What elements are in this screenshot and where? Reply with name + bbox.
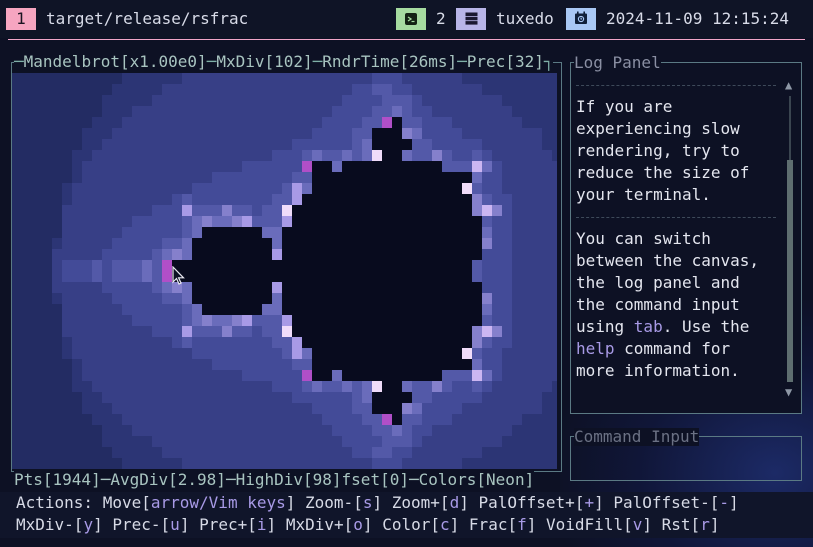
terminal-icon bbox=[396, 8, 426, 30]
clock: 2024-11-09 12:15:24 bbox=[606, 9, 790, 28]
actions-bar: Actions: Move[arrow/Vim keys] Zoom-[s] Z… bbox=[0, 492, 813, 538]
action-move-hint: Move[arrow/Vim keys] bbox=[102, 493, 296, 512]
action-zoom-hint: Zoom-[s] bbox=[305, 493, 383, 512]
precision: Prec[32] bbox=[466, 52, 544, 71]
divider bbox=[8, 39, 805, 40]
hostname: tuxedo bbox=[496, 9, 554, 28]
log-separator bbox=[576, 85, 776, 86]
action-prec-hint: Prec-[u] bbox=[112, 515, 190, 534]
actions-line-1: Actions: Move[arrow/Vim keys] Zoom-[s] Z… bbox=[16, 493, 739, 512]
mouse-cursor-icon bbox=[172, 266, 185, 285]
action-paloffset-hint: PalOffset+[+] bbox=[478, 493, 604, 512]
scroll-up-arrow-icon[interactable]: ▲ bbox=[785, 78, 792, 92]
action-zoom-hint: Zoom+[d] bbox=[391, 493, 469, 512]
action-color-hint: Color[c] bbox=[382, 515, 460, 534]
action-mxdiv-hint: MxDiv+[o] bbox=[285, 515, 373, 534]
window-title: target/release/rsfrac bbox=[46, 9, 249, 28]
average-divergence: AvgDiv[2.98] bbox=[110, 470, 226, 489]
action-voidfill-hint: VoidFill[v] bbox=[546, 515, 652, 534]
render-time: RndrTime[26ms] bbox=[322, 52, 458, 71]
terminal-count: 2 bbox=[436, 9, 446, 28]
action-paloffset-hint: PalOffset-[-] bbox=[613, 493, 739, 512]
canvas-title: ─Mandelbrot[x1.00e0]─MxDiv[102]─RndrTime… bbox=[14, 52, 554, 71]
log-entry: You can switch between the canvas, the log… bbox=[576, 229, 760, 380]
action-prec-hint: Prec+[i] bbox=[199, 515, 277, 534]
points-count: Pts[1944] bbox=[14, 470, 101, 489]
workspace-indicator[interactable]: 1 bbox=[6, 8, 36, 30]
command-input-title: Command Input bbox=[574, 427, 700, 446]
scrollbar-thumb[interactable] bbox=[787, 160, 793, 382]
canvas-stats: Pts[1944]─AvgDiv[2.98]─HighDiv[98]fset[0… bbox=[14, 470, 535, 489]
calendar-icon bbox=[566, 8, 596, 30]
max-divergence: MxDiv[102] bbox=[216, 52, 313, 71]
action-rst-hint: Rst[r] bbox=[661, 515, 720, 534]
fractal-name: Mandelbrot[x1.00e0] bbox=[23, 52, 207, 71]
log-panel-title: Log Panel bbox=[574, 53, 661, 72]
server-icon bbox=[456, 8, 486, 30]
status-bar: 1 target/release/rsfrac 2 tuxedo 2024-11… bbox=[0, 0, 813, 38]
color-palette: Colors[Neon] bbox=[418, 470, 535, 489]
action-frac-hint: Frac[f] bbox=[468, 515, 537, 534]
log-separator bbox=[576, 217, 776, 218]
help-keyword: help bbox=[576, 339, 615, 358]
action-mxdiv-hint: MxDiv-[y] bbox=[16, 515, 103, 534]
log-entry: If you are experiencing slow rendering, tr… bbox=[576, 97, 750, 204]
fractal-canvas[interactable] bbox=[12, 73, 557, 469]
fractal-pixels bbox=[12, 73, 557, 469]
high-divergence: HighDiv[98]fset[0] bbox=[235, 470, 409, 489]
actions-line-2: MxDiv-[y] Prec-[u] Prec+[i] MxDiv+[o] Co… bbox=[16, 514, 719, 536]
tab-keyword: tab bbox=[633, 317, 663, 336]
scroll-down-arrow-icon[interactable]: ▼ bbox=[785, 385, 792, 399]
